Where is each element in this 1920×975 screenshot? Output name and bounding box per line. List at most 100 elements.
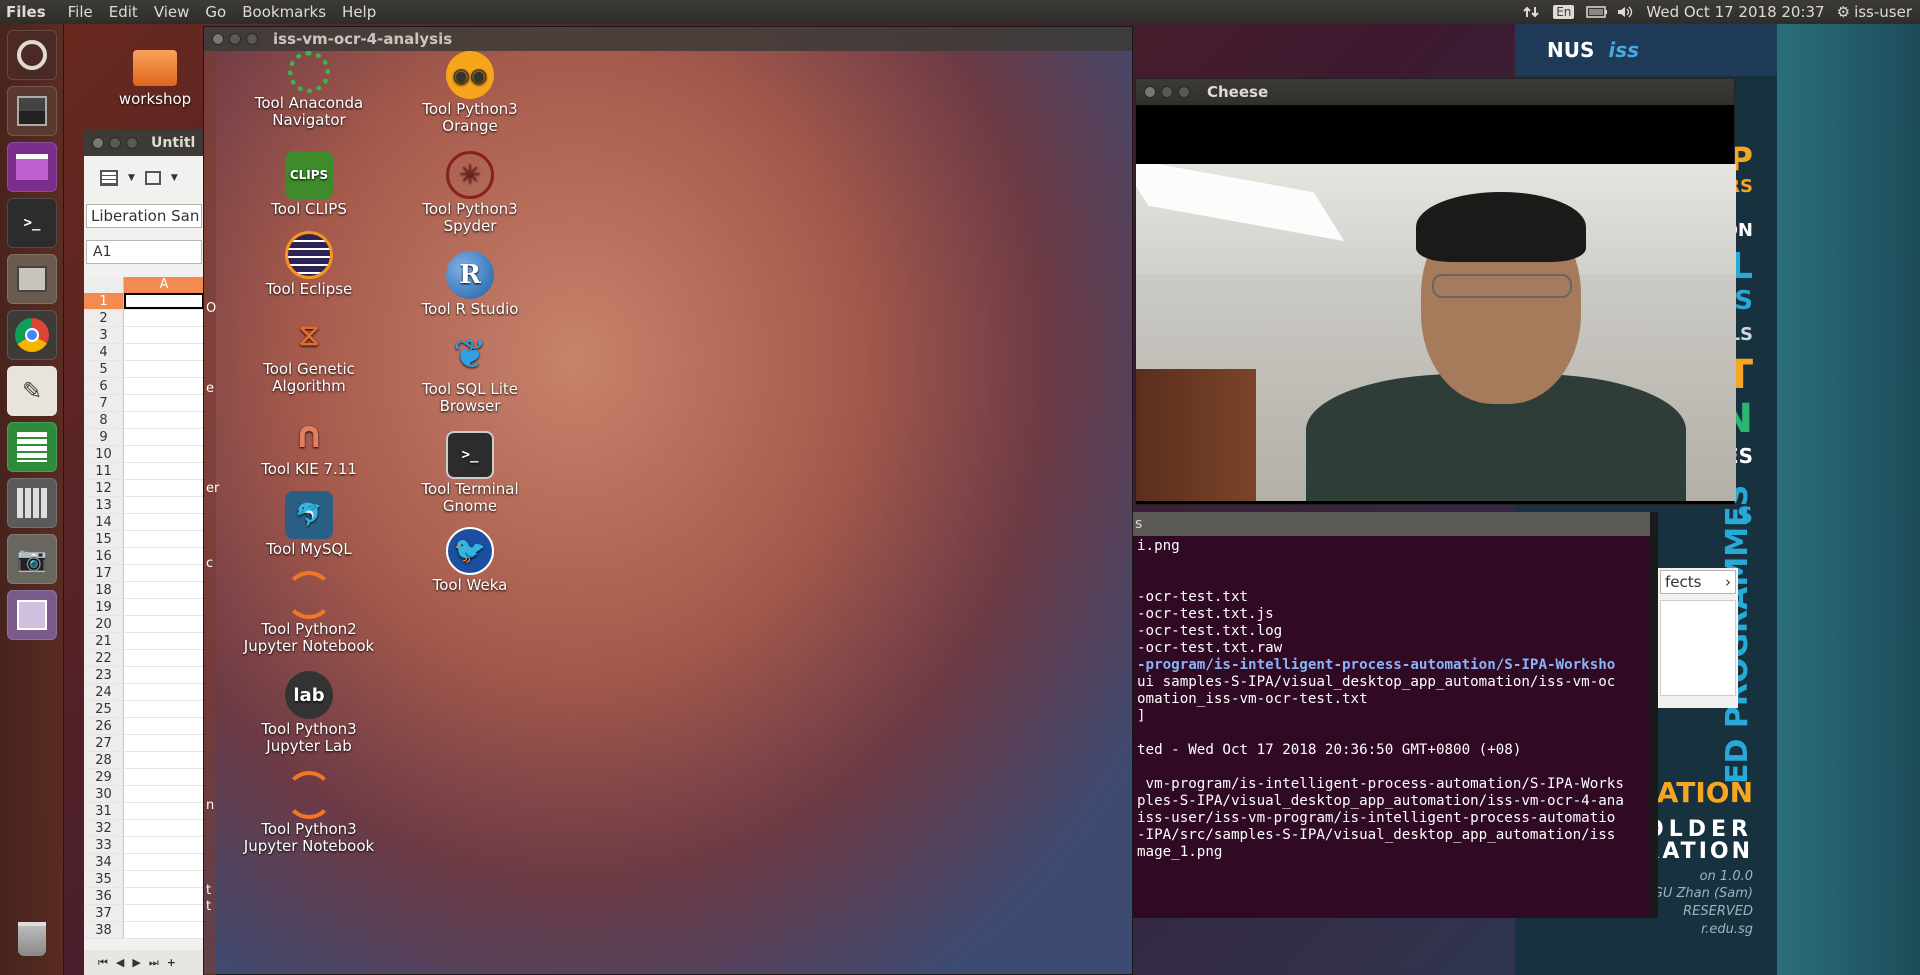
cell[interactable] bbox=[124, 361, 204, 377]
cell[interactable] bbox=[124, 820, 204, 836]
cell[interactable] bbox=[124, 344, 204, 360]
launcher-weka[interactable]: 🐦 Tool Weka bbox=[392, 527, 548, 594]
row-number[interactable]: 4 bbox=[84, 344, 124, 360]
network-icon[interactable] bbox=[1523, 5, 1541, 19]
spreadsheet-title-bar[interactable]: Untitl bbox=[84, 130, 204, 156]
cell[interactable] bbox=[124, 922, 204, 938]
row-number[interactable]: 13 bbox=[84, 497, 124, 513]
cell[interactable] bbox=[124, 718, 204, 734]
font-name-field[interactable]: Liberation San bbox=[86, 204, 202, 228]
launcher-anaconda-navigator[interactable]: Tool Anaconda Navigator bbox=[231, 51, 387, 129]
cell[interactable] bbox=[124, 735, 204, 751]
cell[interactable] bbox=[124, 497, 204, 513]
row-number[interactable]: 16 bbox=[84, 548, 124, 564]
cell[interactable] bbox=[124, 752, 204, 768]
cell[interactable] bbox=[124, 565, 204, 581]
cell[interactable] bbox=[124, 480, 204, 496]
launcher-text-editor[interactable]: ✎ bbox=[7, 366, 57, 416]
cell[interactable] bbox=[124, 854, 204, 870]
battery-icon[interactable] bbox=[1586, 5, 1608, 19]
menu-file[interactable]: File bbox=[60, 3, 101, 21]
last-sheet-icon[interactable]: ⏭ bbox=[149, 956, 159, 970]
maximize-icon[interactable] bbox=[246, 33, 258, 45]
row-number[interactable]: 19 bbox=[84, 599, 124, 615]
launcher-terminal-gnome[interactable]: >_ Tool Terminal Gnome bbox=[392, 431, 548, 515]
first-sheet-icon[interactable]: ⏮ bbox=[98, 956, 108, 970]
launcher-chrome[interactable] bbox=[7, 310, 57, 360]
cell[interactable] bbox=[124, 786, 204, 802]
launcher-genetic-algorithm[interactable]: ⧖ Tool Genetic Algorithm bbox=[231, 311, 387, 395]
cell[interactable] bbox=[124, 888, 204, 904]
cell[interactable] bbox=[124, 769, 204, 785]
launcher-file-manager[interactable] bbox=[7, 254, 57, 304]
row-number[interactable]: 21 bbox=[84, 633, 124, 649]
cell[interactable] bbox=[124, 599, 204, 615]
cell[interactable] bbox=[124, 378, 204, 394]
row-number[interactable]: 11 bbox=[84, 463, 124, 479]
cell[interactable] bbox=[124, 548, 204, 564]
cell[interactable] bbox=[124, 429, 204, 445]
effects-button[interactable]: fects › bbox=[1660, 570, 1736, 594]
row-number[interactable]: 6 bbox=[84, 378, 124, 394]
launcher-calculator[interactable] bbox=[7, 478, 57, 528]
row-number[interactable]: 32 bbox=[84, 820, 124, 836]
launcher-python2-jupyter-notebook[interactable]: Tool Python2 Jupyter Notebook bbox=[231, 571, 387, 655]
row-number[interactable]: 15 bbox=[84, 531, 124, 547]
row-number[interactable]: 12 bbox=[84, 480, 124, 496]
row-number[interactable]: 5 bbox=[84, 361, 124, 377]
row-number[interactable]: 38 bbox=[84, 922, 124, 938]
row-number[interactable]: 10 bbox=[84, 446, 124, 462]
minimize-icon[interactable] bbox=[229, 33, 241, 45]
cell[interactable] bbox=[124, 463, 204, 479]
launcher-clips[interactable]: CLIPS Tool CLIPS bbox=[231, 151, 387, 218]
cell[interactable] bbox=[124, 684, 204, 700]
close-icon[interactable] bbox=[1144, 86, 1156, 98]
launcher-ubuntu-logo[interactable] bbox=[7, 30, 57, 80]
launcher-python3-jupyter-notebook[interactable]: Tool Python3 Jupyter Notebook bbox=[231, 771, 387, 855]
cell[interactable] bbox=[124, 803, 204, 819]
row-number[interactable]: 7 bbox=[84, 395, 124, 411]
cell[interactable] bbox=[124, 514, 204, 530]
menu-bookmarks[interactable]: Bookmarks bbox=[234, 3, 334, 21]
row-number[interactable]: 23 bbox=[84, 667, 124, 683]
row-number[interactable]: 26 bbox=[84, 718, 124, 734]
table-icon[interactable] bbox=[100, 170, 118, 186]
menu-view[interactable]: View bbox=[146, 3, 198, 21]
row-number[interactable]: 17 bbox=[84, 565, 124, 581]
launcher-photo[interactable] bbox=[7, 590, 57, 640]
minimize-icon[interactable] bbox=[109, 137, 121, 149]
prev-sheet-icon[interactable]: ◀ bbox=[116, 956, 124, 969]
cell[interactable] bbox=[124, 871, 204, 887]
row-number[interactable]: 31 bbox=[84, 803, 124, 819]
cell[interactable] bbox=[124, 310, 204, 326]
close-icon[interactable] bbox=[92, 137, 104, 149]
cell[interactable] bbox=[124, 327, 204, 343]
row-number[interactable]: 29 bbox=[84, 769, 124, 785]
cell[interactable] bbox=[124, 446, 204, 462]
launcher-r-studio[interactable]: R Tool R Studio bbox=[392, 251, 548, 318]
row-number[interactable]: 35 bbox=[84, 871, 124, 887]
row-number[interactable]: 8 bbox=[84, 412, 124, 428]
row-number[interactable]: 18 bbox=[84, 582, 124, 598]
row-number[interactable]: 28 bbox=[84, 752, 124, 768]
row-number[interactable]: 37 bbox=[84, 905, 124, 921]
folder-open-icon[interactable] bbox=[144, 171, 161, 185]
menu-go[interactable]: Go bbox=[197, 3, 234, 21]
row-number[interactable]: 30 bbox=[84, 786, 124, 802]
menu-edit[interactable]: Edit bbox=[101, 3, 146, 21]
column-header-a[interactable]: A bbox=[124, 277, 204, 293]
effects-thumbnail[interactable] bbox=[1660, 600, 1736, 696]
row-number[interactable]: 9 bbox=[84, 429, 124, 445]
terminal-output[interactable]: i.png -ocr-test.txt -ocr-test.txt.js -ocr-t… bbox=[1133, 536, 1650, 916]
launcher-python3-orange[interactable]: ◉◉ Tool Python3 Orange bbox=[392, 51, 548, 135]
next-sheet-icon[interactable]: ▶ bbox=[132, 956, 140, 969]
row-number[interactable]: 3 bbox=[84, 327, 124, 343]
launcher-spreadsheet[interactable] bbox=[7, 422, 57, 472]
chevron-down-icon[interactable]: ▼ bbox=[171, 173, 178, 183]
launcher-camera[interactable]: 📷 bbox=[7, 534, 57, 584]
cell[interactable] bbox=[124, 582, 204, 598]
cell[interactable] bbox=[124, 616, 204, 632]
cell-reference-field[interactable]: A1 bbox=[86, 240, 202, 264]
launcher-terminal[interactable]: >_ bbox=[7, 198, 57, 248]
file-manager-title-bar[interactable]: iss-vm-ocr-4-analysis bbox=[204, 27, 1132, 51]
